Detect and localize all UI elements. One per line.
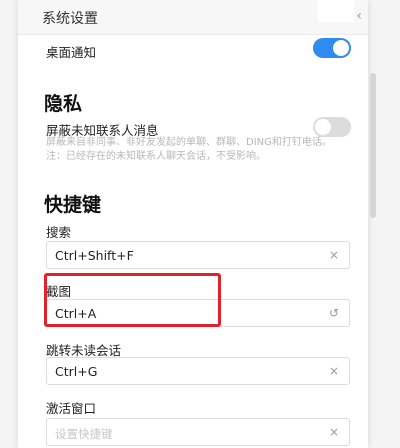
block-unknown-desc: 屏蔽来自非同事、非好友发起的单聊、群聊、DING和打钉电话。 <box>46 137 332 148</box>
shortcut-search-value: Ctrl+Shift+F <box>55 248 134 263</box>
shortcut-search-label: 搜索 <box>46 225 72 240</box>
shortcut-search-input[interactable]: Ctrl+Shift+F × <box>46 241 350 269</box>
window-title: 系统设置 <box>42 11 98 27</box>
shortcut-activate-label: 激活窗口 <box>46 401 97 416</box>
privacy-heading: 隐私 <box>44 93 83 115</box>
shortcut-activate-placeholder: 设置快捷键 <box>55 427 113 441</box>
desktop-notification-toggle[interactable] <box>313 38 351 58</box>
desktop-notification-label: 桌面通知 <box>46 45 97 60</box>
shortcut-unread-input[interactable]: Ctrl+G × <box>46 357 350 385</box>
shortcut-activate-input[interactable]: 设置快捷键 × <box>46 418 350 446</box>
clear-icon[interactable]: × <box>329 364 339 378</box>
reset-icon[interactable]: ↺ <box>329 306 339 320</box>
title-bar-blank <box>318 0 354 22</box>
toggle-knob <box>315 119 331 135</box>
toggle-knob <box>333 40 349 56</box>
title-bar: 系统设置 ‹ <box>18 0 368 35</box>
clear-icon[interactable]: × <box>329 425 339 439</box>
collapse-icon[interactable]: ‹ <box>356 8 362 24</box>
shortcut-unread-value: Ctrl+G <box>55 364 98 379</box>
clear-icon[interactable]: × <box>329 248 339 262</box>
shortcuts-heading: 快捷键 <box>44 194 102 216</box>
highlight-box <box>44 273 221 327</box>
scrollbar[interactable] <box>370 73 376 218</box>
block-unknown-toggle[interactable] <box>313 117 351 137</box>
block-unknown-note: 注：已经存在的未知联系人聊天会话，不受影响。 <box>46 151 266 162</box>
settings-panel: 系统设置 ‹ 桌面通知 隐私 屏蔽未知联系人消息 屏蔽来自非同事、非好友发起的单… <box>18 0 368 448</box>
